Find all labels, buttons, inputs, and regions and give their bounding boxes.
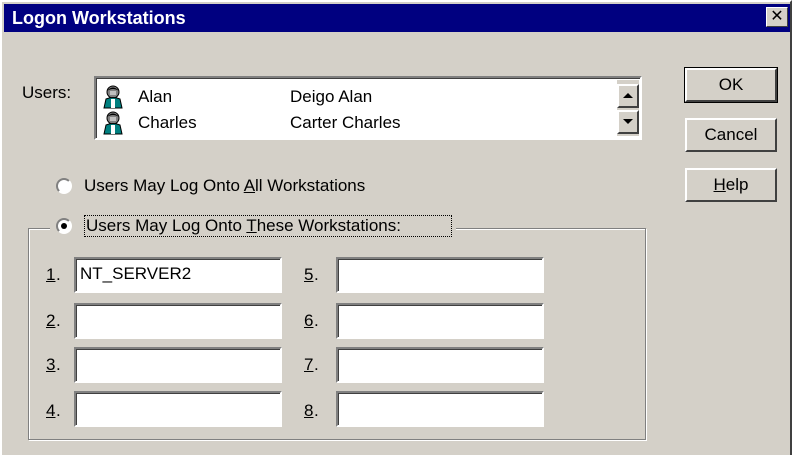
arrow-down-icon — [623, 119, 633, 124]
close-button[interactable]: ✕ — [766, 7, 788, 27]
scroll-down-button[interactable] — [617, 110, 639, 134]
workstation-5-label: 5 — [304, 265, 314, 284]
cancel-label: Cancel — [704, 125, 758, 144]
list-item[interactable]: Charles Carter Charles — [102, 110, 612, 136]
workstation-3-input[interactable] — [74, 347, 282, 383]
cancel-button[interactable]: Cancel — [685, 118, 777, 152]
dialog-title: Logon Workstations — [12, 8, 186, 28]
scroll-up-button[interactable] — [617, 84, 639, 108]
users-label: Users: — [22, 83, 72, 102]
workstation-2-input[interactable] — [74, 303, 282, 339]
workstation-7-input[interactable] — [336, 347, 544, 383]
list-item[interactable]: Alan Deigo Alan — [102, 84, 612, 110]
workstation-3-label: 3 — [46, 355, 56, 374]
workstation-6-input[interactable] — [336, 303, 544, 339]
user-full-name: Carter Charles — [290, 113, 401, 132]
arrow-up-icon — [623, 93, 633, 98]
radio-all-workstations[interactable] — [56, 178, 72, 194]
user-icon — [103, 111, 123, 135]
workstation-4-input[interactable] — [74, 391, 282, 427]
radio-all-workstations-label[interactable]: Users May Log Onto All Workstations — [84, 176, 365, 196]
workstation-1-input[interactable]: NT_SERVER2 — [74, 257, 282, 293]
user-name: Charles — [138, 113, 197, 132]
workstation-6-label: 6 — [304, 311, 314, 330]
radio-these-workstations[interactable] — [56, 218, 72, 234]
users-scrollbar[interactable] — [617, 80, 639, 136]
workstation-1-label: 1 — [46, 265, 56, 284]
workstation-2-label: 2 — [46, 311, 56, 330]
radio-these-workstations-label[interactable]: Users May Log Onto These Workstations: — [86, 216, 401, 236]
workstation-7-label: 7 — [304, 355, 314, 374]
workstation-4-label: 4 — [46, 401, 56, 420]
users-list[interactable]: Alan Deigo Alan Charles Carter Charles — [94, 76, 642, 140]
user-full-name: Deigo Alan — [290, 87, 373, 106]
workstation-8-label: 8 — [304, 401, 314, 420]
title-bar[interactable]: Logon Workstations ✕ — [4, 4, 790, 32]
user-icon — [103, 85, 123, 109]
radio-selected-dot — [61, 223, 67, 229]
help-button[interactable]: Help — [685, 168, 777, 202]
ok-label: OK — [718, 75, 744, 94]
workstation-5-input[interactable] — [336, 257, 544, 293]
workstation-8-input[interactable] — [336, 391, 544, 427]
user-name: Alan — [138, 87, 173, 106]
help-label: Help — [713, 175, 749, 194]
close-icon: ✕ — [770, 8, 784, 25]
ok-button[interactable]: OK — [684, 67, 778, 103]
